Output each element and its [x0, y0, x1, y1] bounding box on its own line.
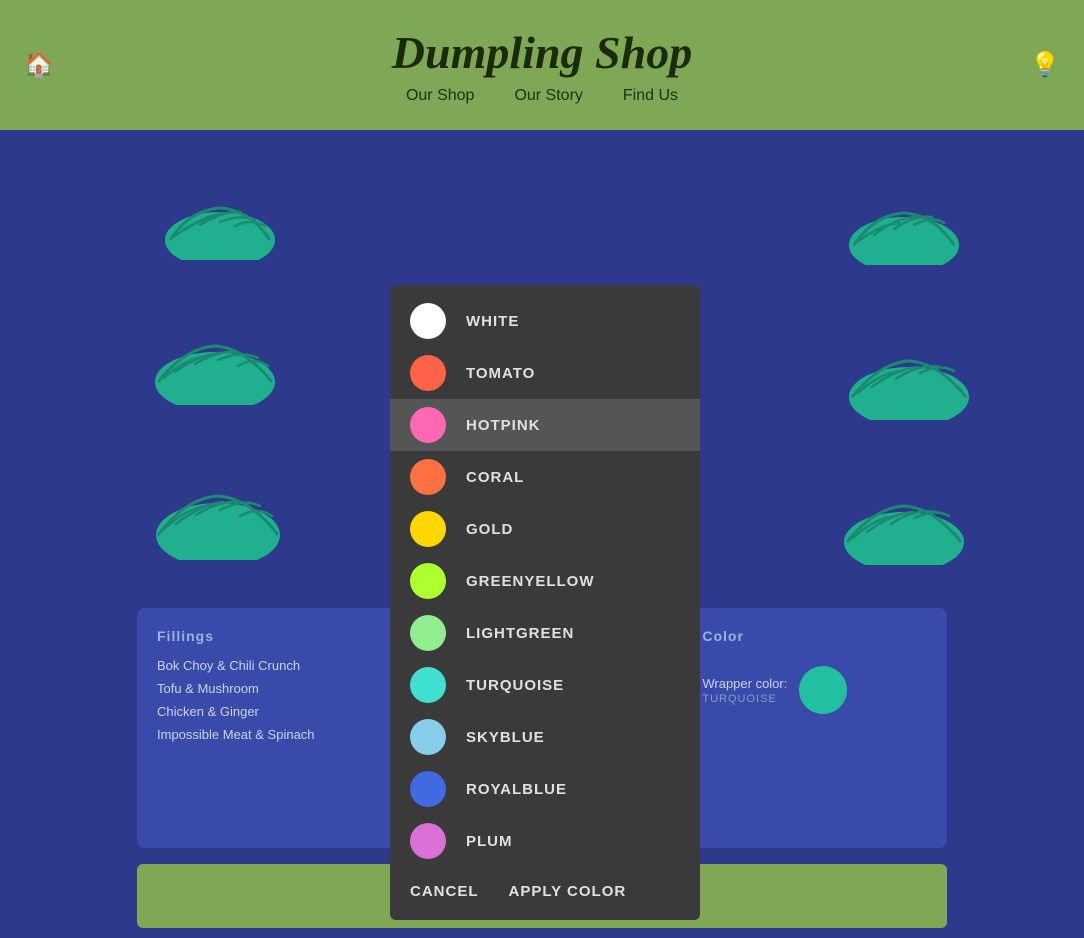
color-option-royalblue[interactable]: ROYALBLUE [390, 763, 700, 815]
color-dot-hotpink [410, 407, 446, 443]
color-card: Color Wrapper color: TURQUOISE [682, 608, 947, 848]
dumpling-decoration [150, 330, 280, 405]
dumpling-decoration [844, 195, 964, 265]
color-option-hotpink[interactable]: HOTPINK [390, 399, 700, 451]
nav-find-us[interactable]: Find Us [623, 87, 678, 105]
wrapper-color-text: Wrapper color: TURQUOISE [702, 675, 787, 705]
header: 🏠 Dumpling Shop Our Shop Our Story Find … [0, 0, 1084, 130]
color-label-coral: CORAL [466, 469, 524, 486]
color-option-white[interactable]: WHITE [390, 295, 700, 347]
color-picker-dropdown: WHITE TOMATO HOTPINK CORAL GOLD GREENYELLOW LI… [390, 285, 700, 920]
dumpling-decoration [160, 190, 280, 260]
color-dot-gold [410, 511, 446, 547]
fillings-title: Fillings [157, 628, 382, 644]
color-label-plum: PLUM [466, 833, 513, 850]
color-dot-royalblue [410, 771, 446, 807]
color-label-gold: GOLD [466, 521, 513, 538]
settings-icon[interactable]: 💡 [1030, 51, 1060, 80]
color-option-coral[interactable]: CORAL [390, 451, 700, 503]
main-content: Fillings Bok Choy & Chili Crunch Tofu & … [0, 130, 1084, 938]
page-title: Dumpling Shop [392, 26, 692, 79]
filling-item-3[interactable]: Chicken & Ginger [157, 704, 382, 719]
fillings-card: Fillings Bok Choy & Chili Crunch Tofu & … [137, 608, 402, 848]
color-label-lightgreen: LIGHTGREEN [466, 625, 574, 642]
color-option-plum[interactable]: PLUM [390, 815, 700, 867]
nav-our-story[interactable]: Our Story [514, 87, 582, 105]
color-dot-plum [410, 823, 446, 859]
cancel-button[interactable]: CANCEL [410, 883, 479, 900]
color-label-hotpink: HOTPINK [466, 417, 541, 434]
apply-color-button[interactable]: APPLY COLOR [509, 883, 627, 900]
color-label-royalblue: ROYALBLUE [466, 781, 567, 798]
dumpling-decoration [844, 345, 974, 420]
color-dot-turquoise [410, 667, 446, 703]
filling-item-2[interactable]: Tofu & Mushroom [157, 681, 382, 696]
color-dot-greenyellow [410, 563, 446, 599]
color-option-skyblue[interactable]: SKYBLUE [390, 711, 700, 763]
color-label-tomato: TOMATO [466, 365, 535, 382]
filling-item-4[interactable]: Impossible Meat & Spinach [157, 727, 382, 742]
color-title: Color [702, 628, 744, 644]
main-nav: Our Shop Our Story Find Us [406, 87, 678, 105]
color-dot-coral [410, 459, 446, 495]
color-option-tomato[interactable]: TOMATO [390, 347, 700, 399]
filling-item-1[interactable]: Bok Choy & Chili Crunch [157, 658, 382, 673]
color-label-white: WHITE [466, 313, 519, 330]
dumpling-decoration [148, 480, 288, 560]
color-option-lightgreen[interactable]: LIGHTGREEN [390, 607, 700, 659]
nav-our-shop[interactable]: Our Shop [406, 87, 474, 105]
picker-actions: CANCEL APPLY COLOR [390, 867, 700, 910]
home-icon[interactable]: 🏠 [24, 51, 54, 80]
color-label-skyblue: SKYBLUE [466, 729, 545, 746]
color-label-greenyellow: GREENYELLOW [466, 573, 595, 590]
color-dot-tomato [410, 355, 446, 391]
color-option-turquoise[interactable]: TURQUOISE [390, 659, 700, 711]
color-dot-lightgreen [410, 615, 446, 651]
color-label-turquoise: TURQUOISE [466, 677, 564, 694]
wrapper-color-row: Wrapper color: TURQUOISE [702, 666, 847, 714]
color-option-greenyellow[interactable]: GREENYELLOW [390, 555, 700, 607]
dumpling-decoration [839, 490, 969, 565]
color-dot-skyblue [410, 719, 446, 755]
color-dot-white [410, 303, 446, 339]
color-swatch[interactable] [799, 666, 847, 714]
color-option-gold[interactable]: GOLD [390, 503, 700, 555]
